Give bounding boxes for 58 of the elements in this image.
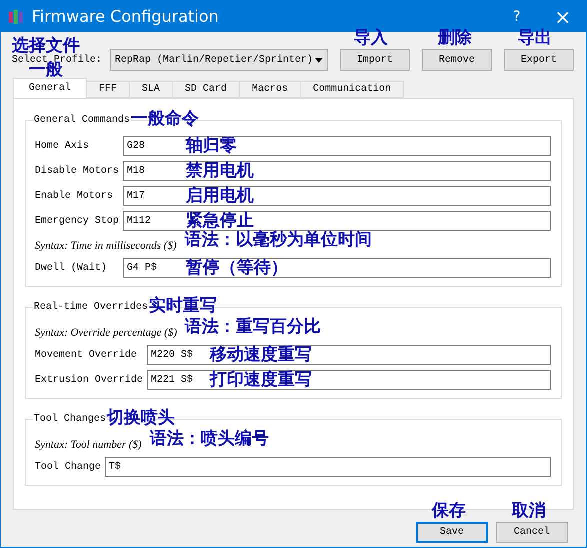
syntax-hint: Syntax: Override percentage ($)	[35, 327, 178, 339]
input-field[interactable]: T$	[105, 457, 551, 477]
annotation-text: 打印速度重写	[210, 372, 312, 389]
input-field[interactable]: M18 禁用电机	[123, 161, 551, 181]
field-label: Extrusion Override	[35, 374, 144, 386]
syntax-hint: Syntax: Time in milliseconds ($)	[35, 240, 177, 252]
annotation-text: 启用电机	[186, 188, 254, 205]
profile-button[interactable]: Remove	[422, 49, 492, 71]
app-icon	[9, 8, 23, 24]
annotation-text: 移动速度重写	[210, 347, 312, 364]
annotation-text: 导入	[354, 30, 388, 47]
tab[interactable]: FFF	[87, 81, 130, 98]
profile-button[interactable]: Import	[340, 49, 410, 71]
group-title: General Commands	[34, 115, 130, 126]
tab[interactable]: General	[13, 78, 88, 98]
annotation-text: 语法：以毫秒为单位时间	[184, 230, 372, 250]
tab[interactable]: Communication	[301, 81, 404, 98]
syntax-hint: Syntax: Tool number ($)	[35, 439, 142, 451]
window-title: Firmware Configuration	[32, 7, 220, 26]
field-label: Tool Change	[35, 462, 102, 472]
annotation-text: 导出	[518, 30, 552, 47]
group-title: Tool Changes	[34, 414, 106, 425]
annotation-text: 轴归零	[186, 138, 238, 155]
annotation-text: 实时重写	[149, 298, 218, 315]
annotation-text: 语法：重写百分比	[185, 317, 322, 337]
annotation-text: 暂停（等待）	[186, 260, 288, 277]
profile-button[interactable]: Export	[504, 49, 574, 71]
help-button[interactable]: ?	[494, 8, 540, 24]
input-field[interactable]: M17 启用电机	[123, 186, 551, 206]
annotation-text: 语法：喷头编号	[150, 429, 269, 449]
tab[interactable]: SD Card	[173, 81, 240, 98]
dialog-button[interactable]: Save	[416, 522, 488, 543]
annotation-text: 选择文件	[12, 38, 80, 54]
annotation-text: 紧急停止	[186, 213, 254, 230]
annotation-text: 切换喷头	[107, 410, 176, 427]
input-field[interactable]: G4 P$ 暂停（等待）	[123, 258, 551, 278]
profile-dropdown[interactable]: RepRap (Marlin/Repetier/Sprinter)	[110, 49, 328, 71]
tab[interactable]: SLA	[130, 81, 174, 98]
annotation-text: 禁用电机	[186, 163, 254, 180]
input-field[interactable]: M221 S$ 打印速度重写	[147, 370, 551, 390]
caret-icon	[315, 58, 323, 62]
field-label: Movement Override	[35, 350, 138, 360]
group-title: Real-time Overrides	[34, 302, 148, 313]
field-label: Emergency Stop	[35, 216, 120, 226]
close-button[interactable]: ×	[540, 4, 586, 28]
field-label: Home Axis	[35, 140, 90, 152]
tab[interactable]: Macros	[240, 81, 302, 98]
dialog-button[interactable]: Cancel	[496, 522, 568, 543]
annotation-text: 一般命令	[131, 111, 200, 128]
field-label: Dwell (Wait)	[35, 262, 108, 274]
input-field[interactable]: M220 S$ 移动速度重写	[147, 345, 551, 365]
field-label: Enable Motors	[35, 190, 114, 202]
input-field[interactable]: M112 紧急停止	[123, 211, 551, 231]
annotation-text: 保存	[432, 503, 466, 520]
input-field[interactable]: G28 轴归零	[123, 136, 551, 156]
annotation-text: 删除	[438, 30, 472, 47]
field-label: Disable Motors	[35, 166, 120, 176]
annotation-text: 取消	[512, 503, 546, 520]
